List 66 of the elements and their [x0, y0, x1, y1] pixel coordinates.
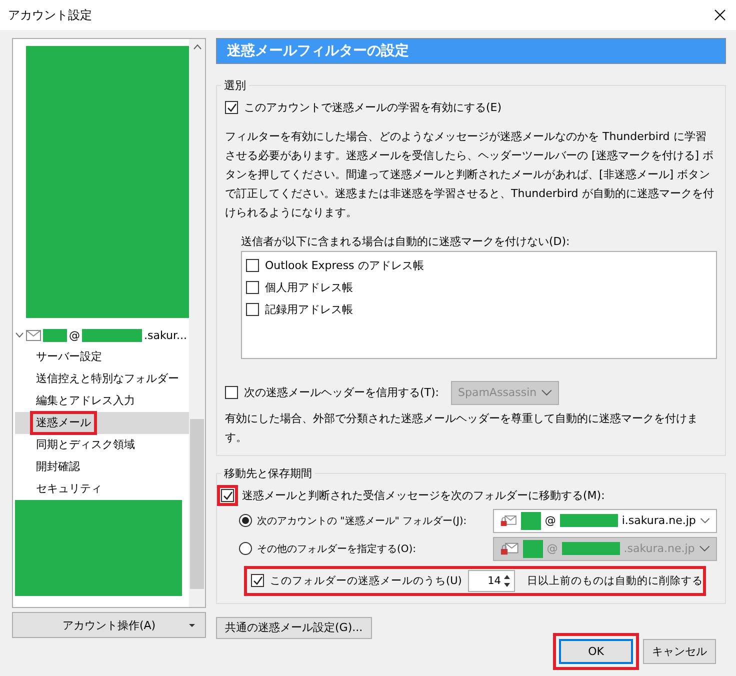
tree-item-label: セキュリティ [35, 481, 103, 497]
section-header: 迷惑メールフィルターの設定 [216, 38, 726, 64]
redaction-block [522, 540, 543, 558]
days-input[interactable]: 14 [468, 574, 503, 587]
learning-checkbox[interactable] [225, 101, 238, 114]
dialog-button[interactable]: キャンセル [643, 639, 716, 664]
address-book-checkbox[interactable] [246, 303, 259, 316]
address-book-label: Outlook Express のアドレス帳 [265, 258, 424, 274]
folder-domain: .sakura.ne.jp [624, 542, 695, 556]
tree-item-label: サーバー設定 [35, 349, 103, 365]
envelope-icon [26, 330, 41, 340]
checkbox-label: 次の迷惑メールヘッダーを信用する(T): [244, 385, 440, 400]
tree-item-label: 迷惑メール [33, 414, 94, 432]
redaction-block [82, 328, 142, 342]
tree-item-label: 編集とアドレス入力 [35, 393, 136, 409]
redaction-block [520, 512, 541, 530]
expand-chevron-icon[interactable] [15, 332, 24, 338]
account-actions-button[interactable]: アカウント操作(A) [12, 612, 206, 638]
chevron-down-icon [700, 516, 710, 525]
tree-item-label: 同期とディスク領域 [35, 437, 136, 453]
locked-envelope-icon [500, 542, 519, 556]
chevron-down-icon [540, 388, 552, 397]
days-spinner[interactable]: 14 [468, 570, 515, 592]
address-book-checkbox[interactable] [246, 281, 259, 294]
group-legend: 移動先と保存期間 [221, 466, 315, 481]
tree-item[interactable]: サーバー設定 [15, 346, 189, 368]
folder-select[interactable]: @ i.sakura.ne.jp [493, 508, 717, 533]
purge-checkbox[interactable] [251, 574, 264, 588]
radio-label: 次のアカウントの "迷惑メール" フォルダー(J): [257, 514, 467, 528]
tree-item[interactable]: 送信控えと特別なフォルダー [15, 368, 189, 390]
chevron-down-icon [698, 544, 710, 553]
address-book-label: 記録用アドレス帳 [265, 302, 353, 318]
close-icon[interactable] [714, 9, 726, 21]
tree-item-label: 送信控えと特別なフォルダー [35, 371, 180, 387]
purge-suffix: 日以上前のものは自動的に削除する [527, 574, 703, 588]
dropdown-caret-icon [189, 624, 195, 626]
tree-item[interactable]: 迷惑メール [15, 412, 189, 434]
whitelist-label: 送信者が以下に含まれる場合は自動的に迷惑マークを付けない(D): [241, 234, 571, 249]
dialog-button[interactable]: OK [559, 639, 633, 664]
address-book-label: 個人用アドレス帳 [265, 280, 353, 296]
folder-domain: i.sakura.ne.jp [622, 514, 696, 528]
checkbox-label: このフォルダーの迷惑メールのうち(U) [270, 574, 462, 588]
at-sign: @ [69, 328, 80, 342]
folder-radio[interactable] [239, 514, 252, 528]
address-book-checkbox[interactable] [246, 259, 259, 272]
description-text: フィルターを有効にした場合、どのようなメッセージが迷惑メールなのかを Thunderbird に学習させる必要があります。迷惑メールを受信したら、ヘッダーツールバーの [迷惑マークを付ける] ボタンを押してください。間違って迷惑メールと判断されたメールがあれば、[非迷惑メール] ボタンで訂正してください。迷惑または非迷惑を学習させると、Thunderbird が自動的に迷惑マークを付けられるようになります。 [225, 128, 715, 221]
tree-item-label: 開封確認 [35, 459, 81, 475]
global-junk-settings-button[interactable]: 共通の迷惑メール設定(G)... [216, 616, 372, 639]
tree-item[interactable]: セキュリティ [15, 478, 189, 500]
redaction-block [43, 328, 67, 342]
account-domain[interactable]: .sakur... [144, 328, 187, 342]
header-note: 有効にした場合、外部で分類された迷惑メールヘッダーを尊重して自動的に迷惑マークを付けます。 [225, 410, 699, 446]
locked-envelope-icon [500, 514, 517, 528]
tree-item[interactable]: 開封確認 [15, 456, 189, 478]
at-sign: @ [544, 514, 556, 528]
checkbox-label: 迷惑メールと判断された受信メッセージを次のフォルダーに移動する(M): [242, 488, 605, 504]
at-sign: @ [546, 542, 558, 556]
redaction-block [562, 542, 620, 556]
scroll-thumb[interactable] [190, 419, 204, 589]
window-title: アカウント設定 [8, 6, 92, 24]
checkbox-label: このアカウントで迷惑メールの学習を有効にする(E) [244, 100, 502, 116]
redaction-block [560, 514, 618, 528]
tree-item[interactable]: 編集とアドレス入力 [15, 390, 189, 412]
group-legend: 選別 [221, 78, 249, 93]
tree-item[interactable]: 同期とディスク領域 [15, 434, 189, 456]
radio-label: その他のフォルダーを指定する(O): [257, 542, 416, 556]
